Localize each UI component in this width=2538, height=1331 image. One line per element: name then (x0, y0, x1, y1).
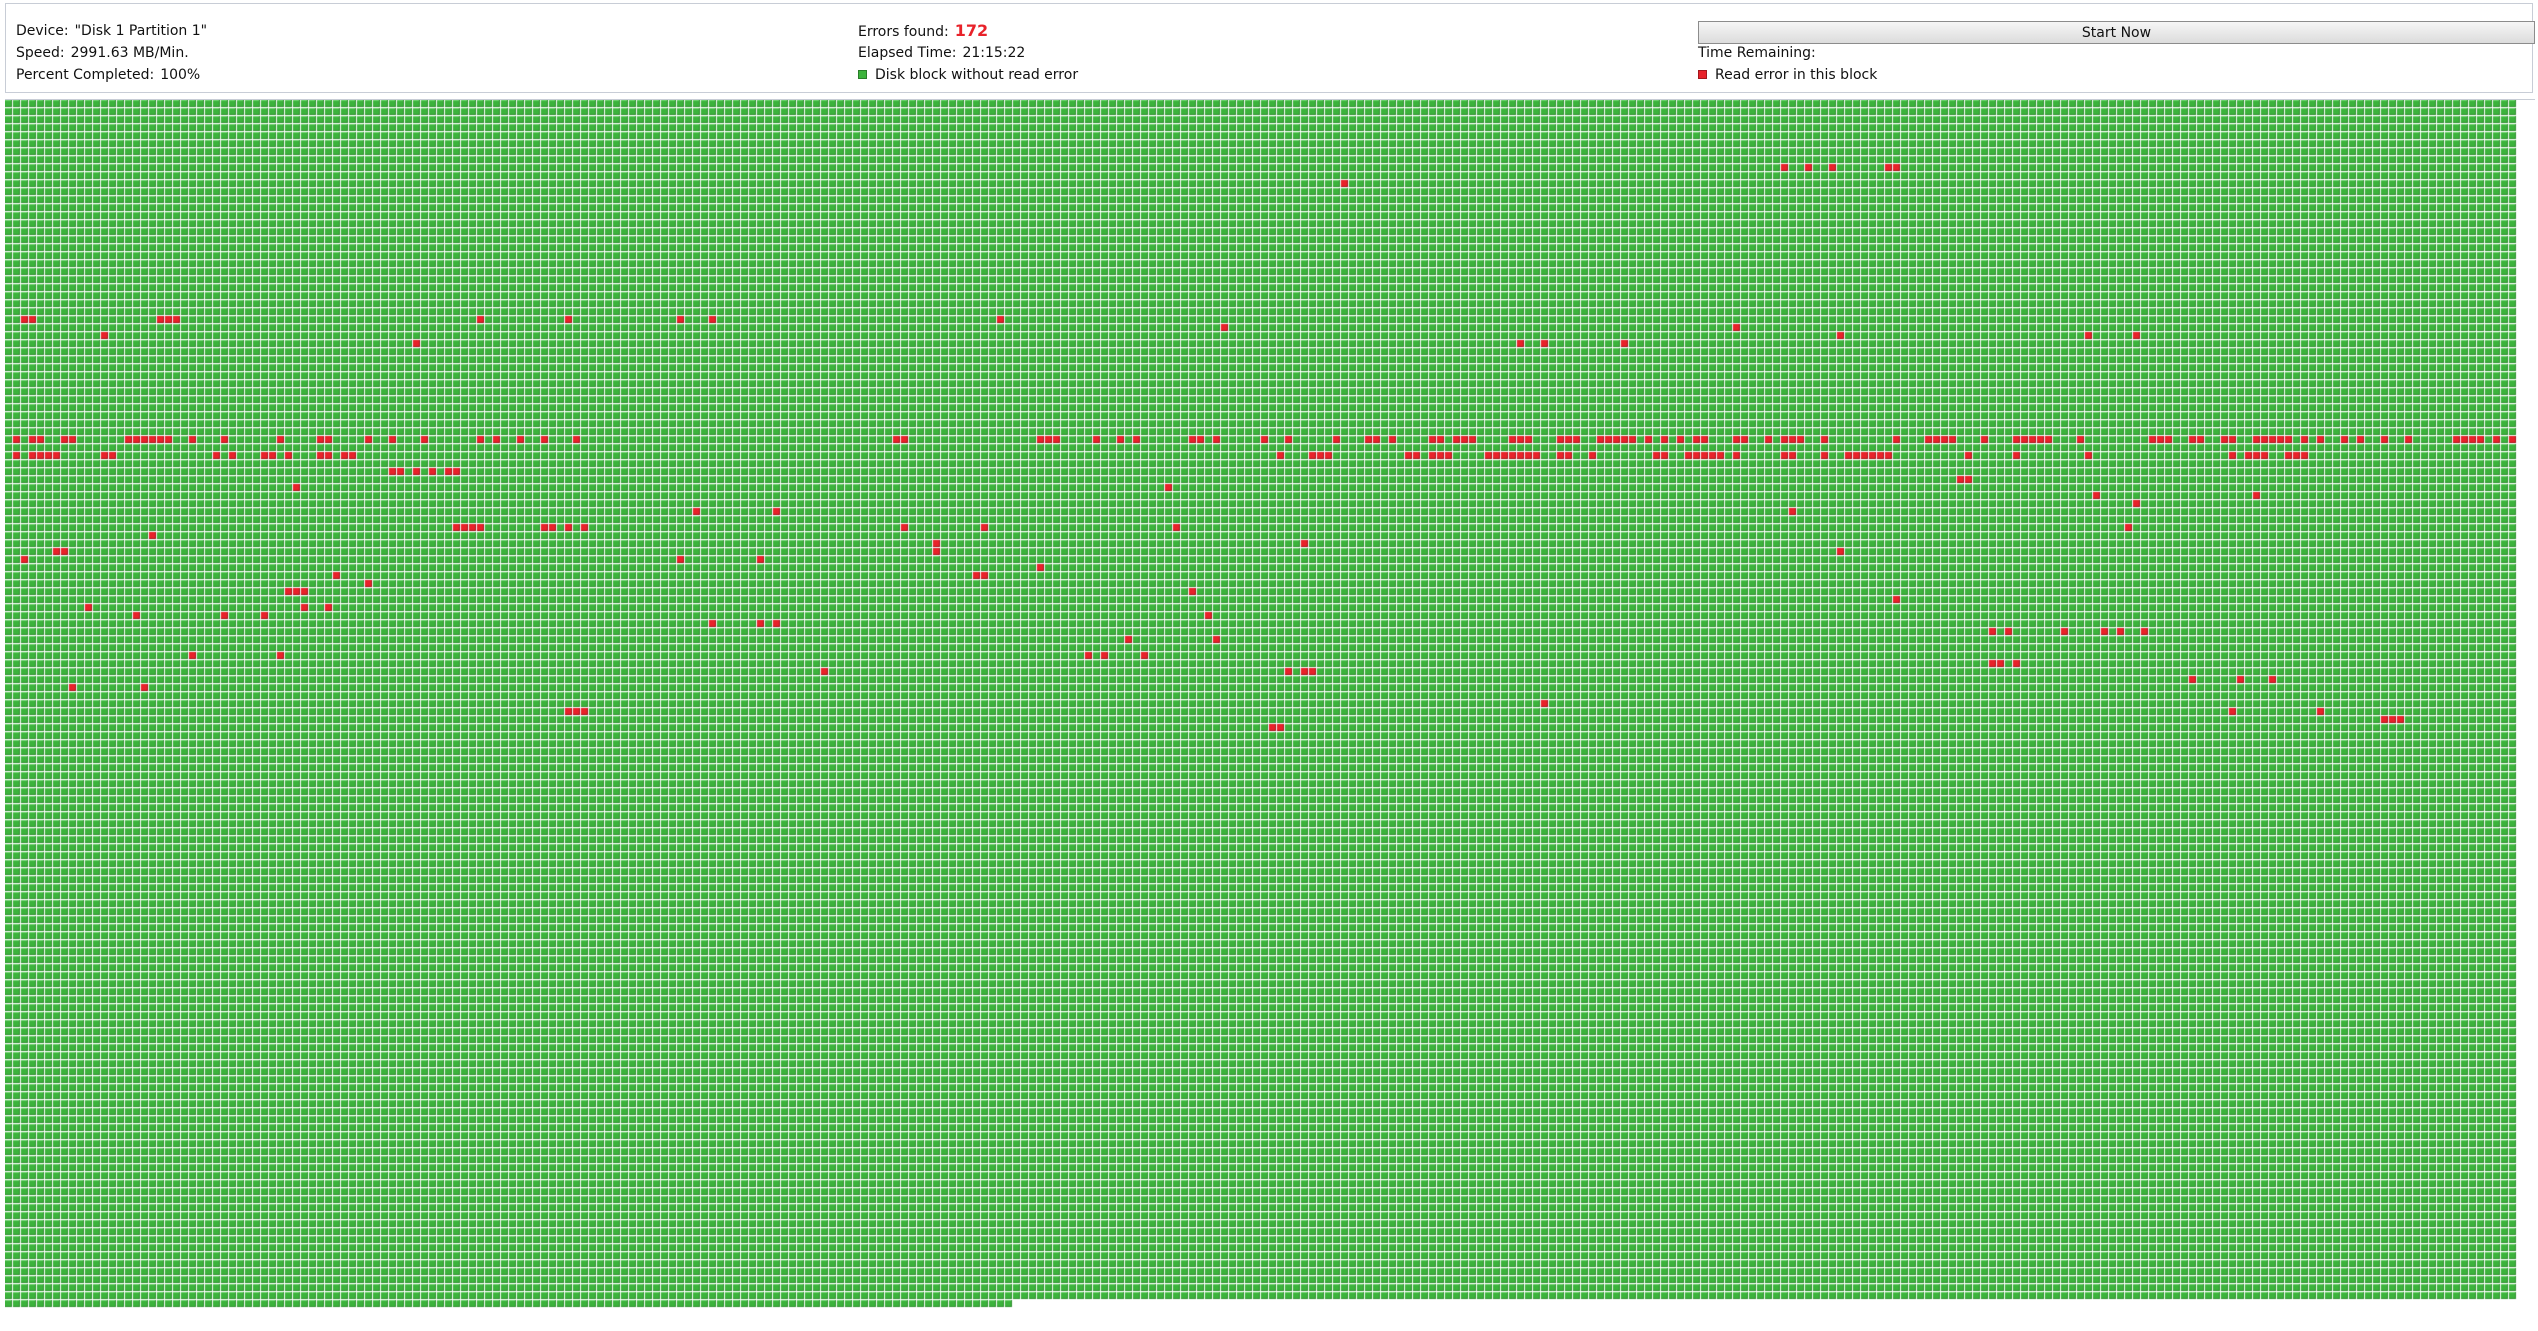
legend-error-label: Read error in this block (1715, 67, 1878, 83)
scan-info-column-errors: Errors found: 172 Elapsed Time: 21:15:22 D… (858, 20, 1078, 86)
errors-line: Errors found: 172 (858, 20, 1078, 42)
errors-label: Errors found: (858, 24, 949, 40)
device-line: Device: "Disk 1 Partition 1" (16, 20, 207, 42)
disk-surface-test-window: Device: "Disk 1 Partition 1" Speed: 2991.6… (0, 0, 2538, 1331)
device-label: Device: (16, 23, 69, 39)
percent-label: Percent Completed: (16, 67, 155, 83)
legend-ok-label: Disk block without read error (875, 67, 1079, 83)
ok-block-swatch-icon (858, 69, 867, 79)
start-now-button[interactable]: Start Now (1698, 21, 2535, 44)
error-block-swatch-icon (1698, 69, 1707, 79)
disk-block-map (5, 99, 2535, 1326)
speed-value: 2991.63 MB/Min. (70, 45, 189, 61)
speed-label: Speed: (16, 45, 65, 61)
disk-block-grid (5, 100, 2517, 1308)
legend-ok-line: Disk block without read error (858, 64, 1078, 86)
elapsed-value: 21:15:22 (962, 45, 1026, 61)
speed-line: Speed: 2991.63 MB/Min. (16, 42, 207, 64)
device-value: "Disk 1 Partition 1" (74, 23, 208, 39)
scan-info-column-device: Device: "Disk 1 Partition 1" Speed: 2991.6… (16, 20, 207, 86)
elapsed-label: Elapsed Time: (858, 45, 957, 61)
percent-value: 100% (160, 67, 201, 83)
remaining-line: Time Remaining: (1698, 42, 1877, 64)
legend-error-line: Read error in this block (1698, 64, 1877, 86)
errors-value: 172 (954, 21, 989, 40)
percent-line: Percent Completed: 100% (16, 64, 207, 86)
remaining-label: Time Remaining: (1698, 45, 1816, 61)
scan-info-panel: Device: "Disk 1 Partition 1" Speed: 2991.6… (5, 3, 2535, 93)
elapsed-line: Elapsed Time: 21:15:22 (858, 42, 1078, 64)
